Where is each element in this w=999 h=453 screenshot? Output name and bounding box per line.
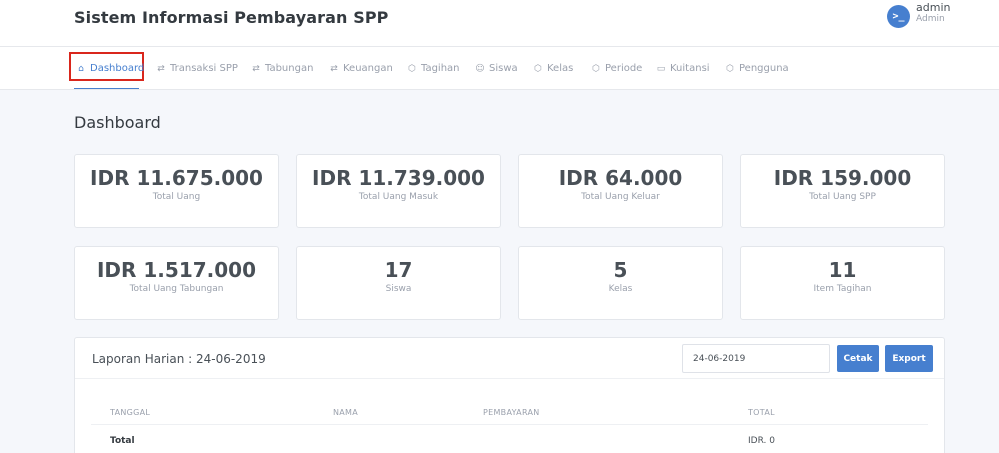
table-divider	[91, 424, 928, 425]
nav-label: Transaksi SPP	[170, 63, 238, 74]
stat-value: 17	[384, 258, 413, 282]
column-header-total[interactable]: TOTAL	[748, 408, 775, 417]
stat-value: IDR 159.000	[773, 166, 912, 190]
user-menu[interactable]: >_ admin Admin	[887, 2, 950, 28]
nav-label: Kuitansi	[670, 63, 710, 74]
stat-card-total-uang-spp: IDR 159.000 Total Uang SPP	[740, 154, 945, 228]
total-row-value: IDR. 0	[748, 436, 775, 446]
stat-value: IDR 11.675.000	[90, 166, 263, 190]
nav-item-keuangan[interactable]: ⇄ Keuangan	[328, 47, 393, 90]
stat-card-total-uang-tabungan: IDR 1.517.000 Total Uang Tabungan	[74, 246, 279, 320]
stat-card-total-uang-masuk: IDR 11.739.000 Total Uang Masuk	[296, 154, 501, 228]
cetak-button[interactable]: Cetak	[837, 345, 879, 372]
report-title: Laporan Harian : 24-06-2019	[92, 352, 266, 366]
column-header-pembayaran[interactable]: PEMBAYARAN	[483, 408, 540, 417]
stat-value: 11	[828, 258, 857, 282]
nav-item-tagihan[interactable]: ⬡ Tagihan	[406, 47, 460, 90]
user-role: Admin	[916, 14, 945, 24]
stat-label: Total Uang Tabungan	[129, 284, 224, 294]
column-header-tanggal[interactable]: TANGGAL	[110, 408, 150, 417]
daily-report-card: Laporan Harian : 24-06-2019 Cetak Export…	[74, 337, 945, 453]
nav-label: Periode	[605, 63, 643, 74]
export-button[interactable]: Export	[885, 345, 933, 372]
total-row-label: Total	[110, 436, 135, 446]
nav-item-dashboard[interactable]: ⌂ Dashboard	[75, 47, 144, 90]
stat-value: IDR 11.739.000	[312, 166, 485, 190]
main-nav: ⌂ Dashboard ⇄ Transaksi SPP ⇄ Tabungan ⇄…	[0, 46, 999, 90]
box-icon: ⬡	[726, 63, 734, 74]
stat-card-total-uang: IDR 11.675.000 Total Uang	[74, 154, 279, 228]
user-info[interactable]: admin Admin	[916, 2, 950, 24]
stat-label: Total Uang SPP	[809, 192, 876, 202]
nav-item-tabungan[interactable]: ⇄ Tabungan	[250, 47, 313, 90]
column-header-nama[interactable]: NAMA	[333, 408, 358, 417]
report-header: Laporan Harian : 24-06-2019 Cetak Export	[75, 338, 944, 379]
nav-item-transaksi-spp[interactable]: ⇄ Transaksi SPP	[155, 47, 238, 90]
nav-label: Kelas	[547, 63, 574, 74]
terminal-icon[interactable]: >_	[887, 5, 910, 28]
nav-label: Tabungan	[265, 63, 314, 74]
stat-card-item-tagihan: 11 Item Tagihan	[740, 246, 945, 320]
nav-label: Dashboard	[90, 63, 145, 74]
nav-item-kuitansi[interactable]: ▭ Kuitansi	[655, 47, 710, 90]
users-icon: ☺	[475, 63, 485, 74]
stat-card-kelas: 5 Kelas	[518, 246, 723, 320]
stat-value: IDR 64.000	[558, 166, 683, 190]
nav-item-kelas[interactable]: ⬡ Kelas	[532, 47, 573, 90]
nav-label: Tagihan	[421, 63, 460, 74]
app-title[interactable]: Sistem Informasi Pembayaran SPP	[74, 8, 388, 27]
nav-label: Pengguna	[739, 63, 789, 74]
top-header: Sistem Informasi Pembayaran SPP >_ admin…	[0, 0, 999, 46]
user-name: admin	[916, 1, 951, 14]
repeat-icon: ⇄	[157, 63, 165, 74]
stat-label: Total Uang Masuk	[358, 192, 439, 202]
box-icon: ⬡	[408, 63, 416, 74]
stat-value: IDR 1.517.000	[96, 258, 256, 282]
stat-label: Total Uang	[152, 192, 201, 202]
repeat-icon: ⇄	[252, 63, 260, 74]
repeat-icon: ⇄	[330, 63, 338, 74]
nav-item-periode[interactable]: ⬡ Periode	[590, 47, 642, 90]
stat-card-siswa: 17 Siswa	[296, 246, 501, 320]
nav-label: Siswa	[489, 63, 518, 74]
stat-label: Kelas	[608, 284, 633, 294]
box-icon: ⬡	[534, 63, 542, 74]
stat-label: Siswa	[385, 284, 412, 294]
folder-icon: ▭	[656, 63, 666, 74]
stat-card-total-uang-keluar: IDR 64.000 Total Uang Keluar	[518, 154, 723, 228]
nav-item-pengguna[interactable]: ⬡ Pengguna	[724, 47, 789, 90]
page-title: Dashboard	[74, 113, 161, 132]
nav-label: Keuangan	[343, 63, 393, 74]
stat-value: 5	[613, 258, 628, 282]
nav-item-siswa[interactable]: ☺ Siswa	[474, 47, 518, 90]
stat-label: Item Tagihan	[813, 284, 872, 294]
report-date-input[interactable]	[682, 344, 830, 373]
box-icon: ⬡	[592, 63, 600, 74]
home-icon: ⌂	[78, 63, 84, 74]
stat-label: Total Uang Keluar	[581, 192, 660, 202]
